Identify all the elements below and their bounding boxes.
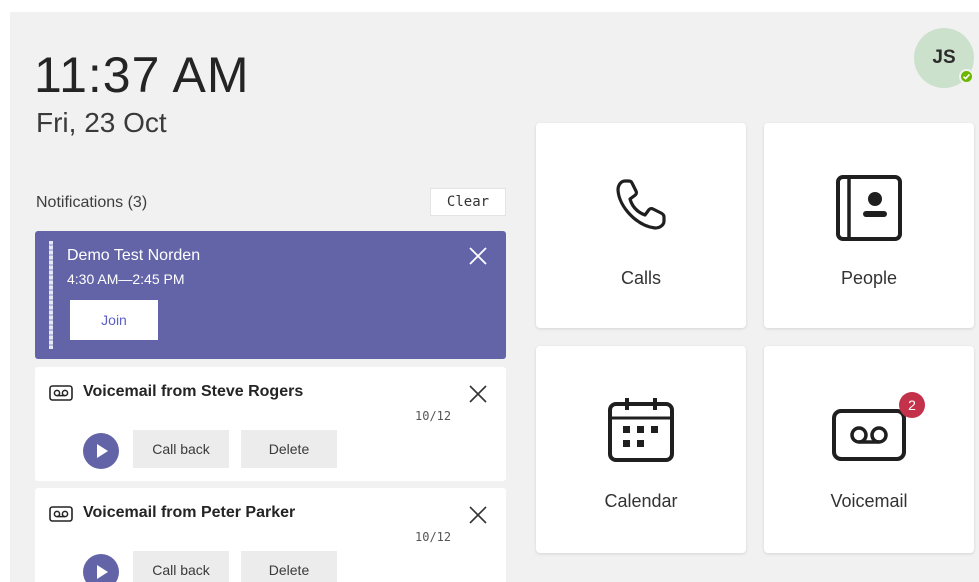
tile-label: Calls — [620, 268, 661, 288]
play-icon — [97, 444, 108, 458]
phone-icon — [616, 179, 666, 230]
play-voicemail-button[interactable] — [83, 554, 119, 582]
tile-calendar[interactable]: Calendar — [536, 346, 746, 553]
home-screen: 11:37 AM Fri, 23 Oct JS Notifications (3… — [10, 12, 979, 582]
voicemail-icon — [49, 506, 73, 522]
meeting-time: 4:30 AM—2:45 PM — [67, 271, 185, 287]
voicemail-title: Voicemail from Steve Rogers — [83, 383, 304, 400]
tile-label: Voicemail — [830, 491, 908, 511]
tile-label: People — [840, 268, 898, 288]
user-avatar[interactable]: JS — [914, 28, 974, 88]
contact-card-icon — [836, 175, 902, 241]
close-icon[interactable] — [467, 245, 489, 267]
clear-notifications-button[interactable]: Clear — [430, 188, 506, 216]
delete-button[interactable]: Delete — [241, 430, 337, 468]
presence-available-icon — [959, 69, 974, 84]
voicemail-date: 10/12 — [415, 409, 452, 423]
avatar-initials: JS — [932, 47, 956, 68]
voicemail-count-badge: 2 — [899, 392, 925, 418]
meeting-notification[interactable]: Demo Test Norden 4:30 AM—2:45 PM Join — [35, 231, 506, 359]
voicemail-notification[interactable]: Voicemail from Steve Rogers 10/12 Call b… — [35, 367, 506, 481]
call-back-button[interactable]: Call back — [133, 430, 229, 468]
voicemail-icon — [832, 409, 906, 461]
voicemail-title: Voicemail from Peter Parker — [83, 504, 296, 521]
delete-button[interactable]: Delete — [241, 551, 337, 582]
voicemail-icon — [49, 385, 73, 401]
clock-date: Fri, 23 Oct — [36, 107, 167, 138]
clock-time: 11:37 AM — [34, 47, 250, 103]
voicemail-notification[interactable]: Voicemail from Peter Parker 10/12 Call b… — [35, 488, 506, 582]
tile-voicemail[interactable]: 2 Voicemail — [764, 346, 974, 553]
call-back-button[interactable]: Call back — [133, 551, 229, 582]
close-icon[interactable] — [467, 383, 489, 405]
play-voicemail-button[interactable] — [83, 433, 119, 469]
notifications-header: Notifications (3) — [36, 194, 148, 211]
play-icon — [97, 565, 108, 579]
tile-label: Calendar — [604, 491, 678, 511]
tile-calls[interactable]: Calls — [536, 123, 746, 328]
close-icon[interactable] — [467, 504, 489, 526]
join-button[interactable]: Join — [70, 300, 158, 340]
tile-people[interactable]: People — [764, 123, 974, 328]
calendar-icon — [608, 398, 674, 462]
meeting-title: Demo Test Norden — [67, 247, 201, 264]
meeting-indicator-bar — [49, 241, 53, 349]
voicemail-date: 10/12 — [415, 530, 452, 544]
